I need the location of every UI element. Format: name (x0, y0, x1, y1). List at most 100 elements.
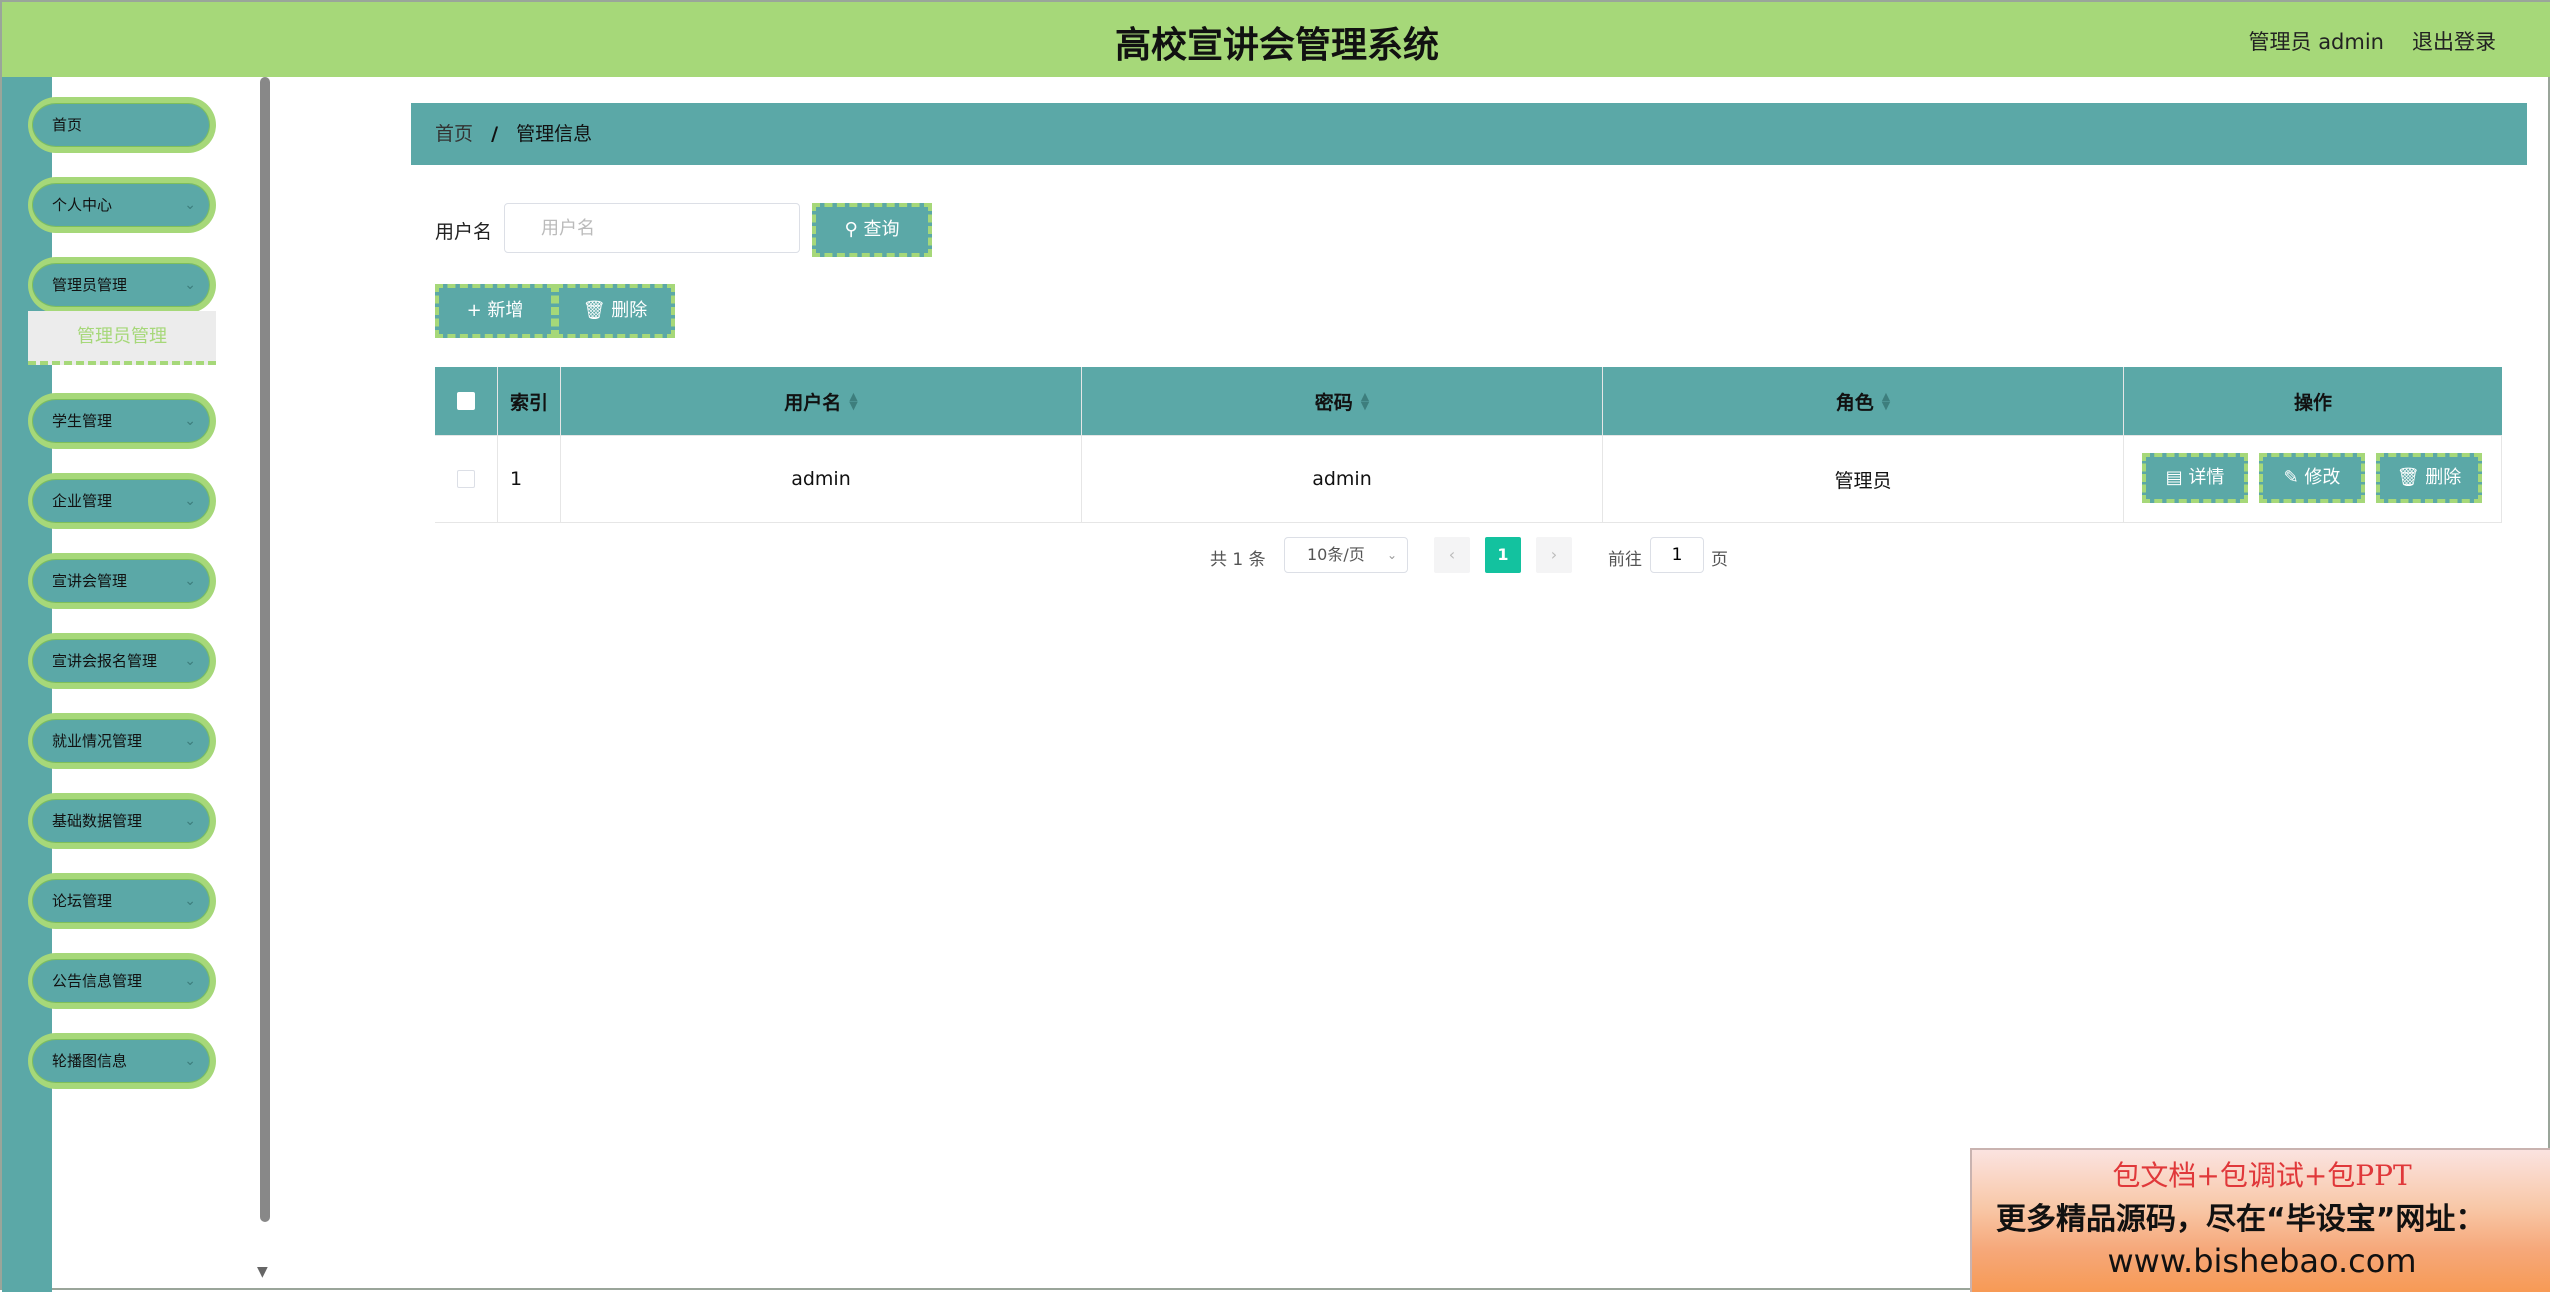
row-checkbox[interactable] (457, 470, 475, 488)
sort-icon[interactable]: ▲ ▼ (1361, 391, 1369, 411)
plus-icon: + (466, 300, 482, 321)
chevron-down-icon: ⌄ (184, 653, 196, 669)
column-header-password[interactable]: 密码 ▲ ▼ (1082, 367, 1603, 435)
chevron-down-icon: ⌄ (184, 893, 196, 909)
chevron-down-icon: ⌄ (1386, 548, 1397, 562)
search-icon: ⚲ (844, 219, 858, 240)
edit-button[interactable]: ✎ 修改 (2259, 453, 2365, 503)
breadcrumb-separator: / (491, 123, 499, 145)
sidebar-item-company-management[interactable]: 企业管理 ⌄ (28, 473, 216, 529)
chevron-down-icon: ⌄ (184, 413, 196, 429)
search-label: 用户名 (435, 221, 493, 243)
add-button[interactable]: + 新增 (435, 284, 555, 338)
column-header-index: 索引 (498, 367, 561, 435)
column-header-label: 角色 (1835, 391, 1874, 414)
sort-icon[interactable]: ▲ ▼ (1882, 391, 1890, 411)
sidebar-item-announcement-management[interactable]: 公告信息管理 ⌄ (28, 953, 216, 1009)
table-header: 索引 用户名 ▲ ▼ 密码 ▲ ▼ 角色 ▲ ▼ 操作 (435, 367, 2502, 436)
delete-button-label: 删除 (2425, 467, 2462, 488)
document-icon: ▤ (2165, 467, 2183, 488)
row-select-cell (435, 436, 498, 522)
cell-username: admin (561, 436, 1082, 522)
column-header-label: 用户名 (784, 391, 842, 414)
sidebar-item-personal-center[interactable]: 个人中心 ⌄ (28, 177, 216, 233)
page-number-current[interactable]: 1 (1485, 537, 1521, 573)
sidebar-item-label: 轮播图信息 (52, 1052, 128, 1070)
page-size-value: 10条/页 (1307, 545, 1365, 564)
chevron-down-icon: ⌄ (184, 493, 196, 509)
cell-role: 管理员 (1603, 436, 2124, 522)
sidebar-item-label: 企业管理 (52, 492, 113, 510)
add-button-label: 新增 (487, 300, 524, 321)
chevron-down-icon: ⌄ (184, 1053, 196, 1069)
username-search-input[interactable] (504, 203, 800, 253)
sidebar-item-label: 就业情况管理 (52, 732, 143, 750)
sidebar-item-student-management[interactable]: 学生管理 ⌄ (28, 393, 216, 449)
sidebar-item-label: 论坛管理 (52, 892, 113, 910)
sidebar-item-label: 公告信息管理 (52, 972, 143, 990)
column-header-label: 操作 (2293, 391, 2332, 414)
ad-line-1: 包文档+包调试+包PPT (2112, 1159, 2412, 1192)
delete-button-label: 删除 (611, 300, 648, 321)
column-header-label: 索引 (509, 391, 548, 414)
detail-button[interactable]: ▤ 详情 (2142, 453, 2248, 503)
goto-page-input[interactable] (1650, 537, 1704, 573)
sidebar-subitem-admin-management[interactable]: 管理员管理 (28, 311, 216, 365)
search-button[interactable]: ⚲ 查询 (812, 203, 932, 257)
column-header-label: 密码 (1314, 391, 1353, 414)
sidebar-item-label: 个人中心 (52, 196, 113, 214)
sidebar-item-basic-data-management[interactable]: 基础数据管理 ⌄ (28, 793, 216, 849)
edit-icon: ✎ (2283, 467, 2299, 488)
sidebar-item-carousel-info[interactable]: 轮播图信息 ⌄ (28, 1033, 216, 1089)
sidebar-item-label: 宣讲会报名管理 (52, 652, 158, 670)
current-user: 管理员 admin (2248, 30, 2384, 54)
edit-button-label: 修改 (2304, 467, 2341, 488)
breadcrumb-home-link[interactable]: 首页 (435, 123, 473, 145)
column-header-username[interactable]: 用户名 ▲ ▼ (561, 367, 1082, 435)
search-button-label: 查询 (863, 219, 900, 240)
cell-operations: ▤ 详情 ✎ 修改 🗑 删除 (2124, 436, 2502, 522)
select-all-checkbox[interactable] (457, 392, 475, 410)
sidebar-menu: 首页 个人中心 ⌄ 管理员管理 ⌄ 管理员管理 学生管理 ⌄ 企业管理 ⌄ 宣讲… (28, 77, 258, 1292)
row-delete-button[interactable]: 🗑 删除 (2376, 453, 2482, 503)
prev-page-button[interactable]: ‹ (1434, 537, 1470, 573)
trash-icon: 🗑 (582, 300, 606, 321)
cell-password: admin (1082, 436, 1603, 522)
logout-link[interactable]: 退出登录 (2412, 26, 2496, 56)
chevron-down-icon: ⌄ (184, 733, 196, 749)
ad-banner[interactable]: 包文档+包调试+包PPT 更多精品源码，尽在“毕设宝”网址： www.bishe… (1970, 1148, 2550, 1292)
app-title: 高校宣讲会管理系统 (1114, 25, 1439, 66)
chevron-down-icon: ⌄ (184, 197, 196, 213)
breadcrumb: 首页 / 管理信息 (411, 103, 2527, 165)
sidebar-item-home[interactable]: 首页 (28, 97, 216, 153)
chevron-down-icon: ⌄ (184, 277, 196, 293)
goto-suffix: 页 (1711, 550, 1728, 570)
cell-index: 1 (498, 436, 561, 522)
sidebar-item-admin-management[interactable]: 管理员管理 ⌄ (28, 257, 216, 313)
column-header-role[interactable]: 角色 ▲ ▼ (1603, 367, 2124, 435)
column-header-operation: 操作 (2124, 367, 2502, 435)
page-size-select[interactable]: 10条/页 ⌄ (1284, 537, 1408, 573)
breadcrumb-current: 管理信息 (516, 123, 593, 145)
table-row: 1 admin admin 管理员 ▤ 详情 ✎ 修改 🗑 删除 (435, 436, 2502, 523)
sidebar-item-employment-management[interactable]: 就业情况管理 ⌄ (28, 713, 216, 769)
pagination: 共 1 条 10条/页 ⌄ ‹ 1 › 前往 页 (2, 537, 2550, 577)
goto-label: 前往 (1608, 550, 1642, 570)
select-all-cell (435, 367, 498, 435)
sidebar-item-label: 首页 (52, 116, 83, 134)
sidebar-item-forum-management[interactable]: 论坛管理 ⌄ (28, 873, 216, 929)
ad-line-2: 更多精品源码，尽在“毕设宝”网址： (1996, 1202, 2486, 1237)
sidebar-item-label: 基础数据管理 (52, 812, 143, 830)
detail-button-label: 详情 (2188, 467, 2225, 488)
sort-icon[interactable]: ▲ ▼ (849, 391, 857, 411)
ad-url: www.bishebao.com (2107, 1242, 2417, 1280)
sidebar-item-label: 管理员管理 (52, 276, 128, 294)
admin-table: 索引 用户名 ▲ ▼ 密码 ▲ ▼ 角色 ▲ ▼ 操作 1 admin admi… (435, 367, 2502, 523)
chevron-down-icon: ⌄ (184, 813, 196, 829)
sidebar-item-presentation-signup-management[interactable]: 宣讲会报名管理 ⌄ (28, 633, 216, 689)
next-page-button[interactable]: › (1536, 537, 1572, 573)
trash-icon: 🗑 (2396, 467, 2420, 488)
batch-delete-button[interactable]: 🗑 删除 (555, 284, 675, 338)
scroll-down-arrow-icon[interactable]: ▼ (257, 1264, 268, 1280)
sidebar-scrollbar[interactable] (260, 77, 270, 1222)
